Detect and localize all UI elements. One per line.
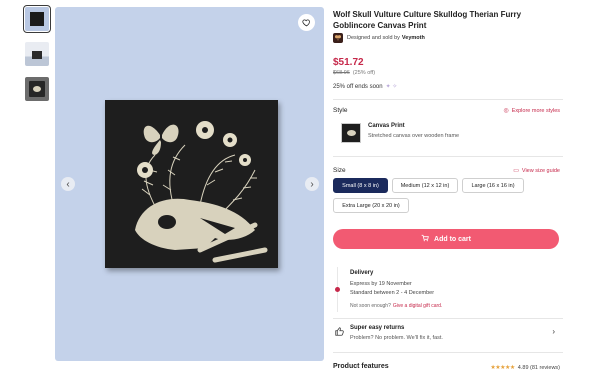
returns-subtitle: Problem? No problem. We'll fix it, fast.: [350, 335, 443, 341]
gift-card-link[interactable]: Give a digital gift card.: [393, 303, 442, 309]
original-price: $68.96: [333, 70, 350, 76]
style-description: Stretched canvas over wooden frame: [368, 133, 460, 139]
delivery-section: Delivery Express by 19 November Standard…: [333, 263, 563, 315]
discount-text: (25% off): [352, 70, 376, 76]
thumbnail-list: [23, 5, 51, 112]
thumbs-up-icon: [335, 327, 344, 338]
next-image-button[interactable]: ›: [305, 177, 319, 191]
seller-name-link[interactable]: Veymoth: [402, 35, 425, 41]
chevron-right-icon: ›: [552, 327, 555, 336]
promo-text: 25% off ends soon: [333, 83, 383, 90]
size-option-large[interactable]: Large (16 x 16 in): [462, 178, 524, 193]
delivery-standard: Standard between 2 - 4 December: [350, 290, 435, 296]
product-features-heading: Product features: [333, 363, 389, 370]
size-option-small[interactable]: Small (8 x 8 in): [333, 178, 388, 193]
returns-title: Super easy returns: [350, 325, 405, 331]
chevron-right-icon: ›: [310, 178, 314, 190]
heart-icon: [302, 19, 310, 27]
divider: [333, 318, 563, 319]
sparkle-icon: ✦ ✧: [385, 84, 398, 90]
previous-image-button[interactable]: ‹: [61, 177, 75, 191]
not-soon-text: Not soon enough?: [350, 303, 391, 309]
promo-banner: 25% off ends soon ✦ ✧: [333, 83, 398, 91]
rating-value: 4.89: [517, 364, 529, 371]
delivery-title: Delivery: [350, 270, 374, 276]
seller-info: Designed and sold by Veymoth: [333, 33, 425, 43]
skull-flower-illustration: [135, 121, 268, 263]
ruler-icon: ▭: [513, 168, 519, 174]
seller-prefix: Designed and sold by: [347, 35, 400, 41]
seller-avatar: [333, 33, 343, 43]
size-label: Size: [333, 167, 346, 174]
palette-icon: ◎: [503, 108, 509, 114]
rating-summary[interactable]: ★★★★★ 4.89 (81 reviews): [490, 364, 560, 372]
delivery-express: Express by 19 November: [350, 281, 412, 287]
style-name: Canvas Print: [368, 123, 405, 129]
style-thumbnail: [341, 123, 361, 143]
divider: [333, 99, 563, 100]
style-label: Style: [333, 107, 348, 114]
review-count: (81 reviews): [530, 364, 560, 371]
favorite-button[interactable]: [298, 14, 315, 31]
add-to-cart-label: Add to cart: [434, 235, 471, 243]
divider: [333, 352, 563, 353]
selected-style-card[interactable]: Canvas Print Stretched canvas over woode…: [341, 123, 459, 143]
thumbnail-canvas-front[interactable]: [23, 5, 51, 33]
size-option-extra-large[interactable]: Extra Large (20 x 20 in): [333, 198, 409, 213]
canvas-print-artwork: [105, 100, 278, 268]
product-title: Wolf Skull Vulture Culture Skulldog Ther…: [333, 10, 522, 30]
size-option-medium[interactable]: Medium (12 x 12 in): [392, 178, 458, 193]
thumbnail-room-view[interactable]: [25, 42, 49, 66]
star-rating-icon: ★★★★★: [490, 365, 515, 371]
size-guide-text: View size guide: [521, 167, 560, 174]
returns-row[interactable]: Super easy returns Problem? No problem. …: [333, 321, 563, 345]
divider: [333, 156, 563, 157]
thumbnail-detail-view[interactable]: [25, 77, 49, 101]
original-price-line: $68.96 (25% off): [333, 70, 375, 76]
add-to-cart-button[interactable]: Add to cart: [333, 229, 559, 249]
explore-styles-text: Explore more styles: [511, 107, 560, 114]
current-price: $51.72: [333, 57, 364, 68]
not-soon-enough: Not soon enough? Give a digital gift card…: [350, 303, 442, 309]
chevron-left-icon: ‹: [66, 178, 70, 190]
explore-styles-link[interactable]: ◎ Explore more styles: [503, 107, 560, 115]
product-image-viewer: ‹ ›: [55, 7, 324, 361]
size-guide-link[interactable]: ▭ View size guide: [513, 167, 560, 175]
moth-icon: [334, 35, 342, 41]
delivery-timeline-dot: [335, 287, 340, 292]
cart-icon: [421, 234, 429, 244]
